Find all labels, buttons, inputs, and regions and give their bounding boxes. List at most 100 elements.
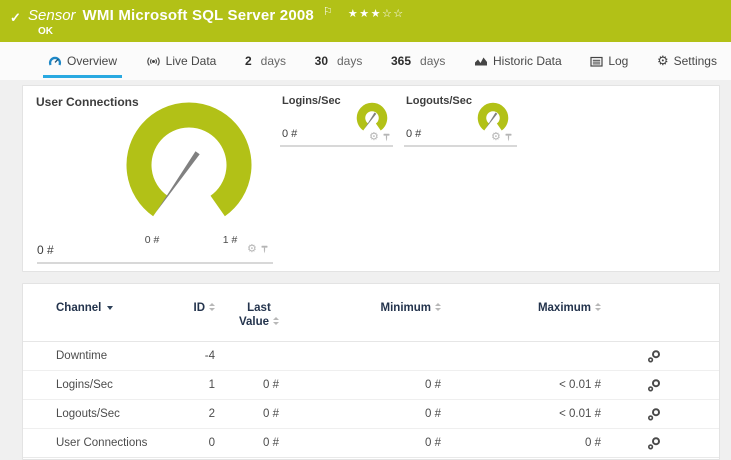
sort-caret-icon bbox=[107, 306, 114, 310]
gauge-needle bbox=[485, 112, 498, 130]
tab-label: Settings bbox=[673, 54, 717, 68]
stars-empty[interactable]: ☆☆ bbox=[382, 8, 405, 20]
cell-id: 1 bbox=[208, 379, 215, 391]
sensor-header: ✓ Sensor WMI Microsoft SQL Server 2008 ⚐… bbox=[0, 0, 731, 42]
sensor-title: WMI Microsoft SQL Server 2008 bbox=[82, 7, 314, 24]
tab-label: Overview bbox=[67, 54, 118, 68]
gauge-divider bbox=[280, 145, 393, 147]
gauge-scale-max: 1 # bbox=[222, 234, 238, 246]
table-header-row: Channel ID Last Value Minimum Maximum bbox=[23, 284, 719, 342]
sort-arrows-icon bbox=[435, 302, 441, 311]
pin-gauge-icon[interactable] bbox=[504, 133, 513, 143]
column-header-id[interactable]: ID bbox=[178, 301, 215, 315]
cell-last-value: 0 # bbox=[263, 408, 279, 420]
tab-label: Live Data bbox=[165, 54, 217, 68]
gauge-settings-gear-icon[interactable]: ⚙ bbox=[491, 132, 501, 143]
gears-icon bbox=[647, 379, 660, 392]
gears-icon bbox=[647, 350, 660, 363]
gauge-scale-min: 0 # bbox=[144, 234, 160, 246]
user-connections-gauge bbox=[126, 102, 252, 217]
tab-365-days[interactable]: 365 days bbox=[391, 42, 445, 80]
cell-maximum: < 0.01 # bbox=[559, 379, 601, 391]
cell-channel: Logouts/Sec bbox=[56, 408, 120, 420]
cell-channel: User Connections bbox=[56, 437, 148, 449]
log-icon bbox=[590, 56, 603, 67]
column-header-minimum[interactable]: Minimum bbox=[285, 301, 441, 315]
gauges-panel: User Connections 0 # 1 # 0 # ⚙ Logins/Se… bbox=[22, 85, 720, 272]
tab-live-data[interactable]: Live Data bbox=[146, 42, 217, 80]
gauge-current-value: 0 # bbox=[406, 128, 422, 140]
tab-days-number: 365 bbox=[390, 54, 412, 68]
sort-arrows-icon bbox=[595, 302, 601, 311]
gauge-needle bbox=[156, 151, 200, 212]
gears-icon bbox=[647, 408, 660, 421]
tab-settings[interactable]: ⚙ Settings bbox=[657, 42, 717, 80]
priority-stars[interactable]: ★★★☆☆ bbox=[348, 7, 405, 20]
gauge-title-logouts-sec: Logouts/Sec bbox=[406, 95, 473, 107]
gauge-divider bbox=[37, 262, 273, 264]
area-chart-icon bbox=[475, 57, 487, 66]
gears-icon bbox=[647, 437, 660, 450]
cell-id: 0 bbox=[208, 437, 215, 449]
cell-last-value: 0 # bbox=[263, 437, 279, 449]
gauge-settings-gear-icon[interactable]: ⚙ bbox=[247, 244, 257, 255]
tab-days-word: days bbox=[260, 54, 287, 68]
channel-settings-button[interactable] bbox=[601, 436, 671, 450]
gauge-mini-toolbar: ⚙ bbox=[369, 132, 391, 143]
channel-settings-button[interactable] bbox=[601, 349, 671, 363]
gauge-mini-toolbar: ⚙ bbox=[247, 244, 269, 255]
gauge-current-value: 0 # bbox=[282, 128, 298, 140]
column-header-maximum[interactable]: Maximum bbox=[441, 301, 601, 315]
channel-settings-button[interactable] bbox=[601, 407, 671, 421]
tab-days-number: 30 bbox=[314, 54, 328, 68]
broadcast-icon bbox=[146, 56, 160, 66]
cell-minimum: 0 # bbox=[425, 437, 441, 449]
status-ok-check-icon: ✓ bbox=[10, 10, 21, 25]
column-header-channel[interactable]: Channel bbox=[56, 301, 178, 315]
tab-days-word: days bbox=[337, 54, 363, 68]
gauge-needle bbox=[364, 112, 377, 130]
gauge-arc bbox=[126, 102, 252, 217]
pin-gauge-icon[interactable] bbox=[260, 245, 269, 255]
gear-icon: ⚙ bbox=[656, 53, 669, 68]
tab-label: Log bbox=[608, 54, 629, 68]
stars-filled[interactable]: ★★★ bbox=[348, 8, 382, 20]
object-kind-label: Sensor bbox=[28, 7, 76, 24]
tab-30-days[interactable]: 30 days bbox=[315, 42, 363, 80]
sort-arrows-icon bbox=[273, 316, 279, 325]
table-row[interactable]: Logouts/Sec 2 0 # 0 # < 0.01 # bbox=[23, 400, 719, 429]
gauge-divider bbox=[404, 145, 517, 147]
cell-last-value: 0 # bbox=[263, 379, 279, 391]
cell-id: -4 bbox=[204, 350, 215, 362]
gauge-current-value: 0 # bbox=[37, 243, 54, 257]
tab-days-number: 2 bbox=[244, 54, 252, 68]
tab-overview[interactable]: Overview bbox=[42, 42, 123, 80]
tab-log[interactable]: Log bbox=[590, 42, 628, 80]
tab-days-word: days bbox=[420, 54, 446, 68]
table-row[interactable]: User Connections 0 0 # 0 # 0 # bbox=[23, 429, 719, 458]
column-header-last-value[interactable]: Last Value bbox=[215, 301, 285, 329]
priority-flag-icon[interactable]: ⚐ bbox=[323, 5, 333, 18]
gauge-mini-toolbar: ⚙ bbox=[491, 132, 513, 143]
table-row[interactable]: Downtime -4 bbox=[23, 342, 719, 371]
channels-table: Channel ID Last Value Minimum Maximum Dow… bbox=[22, 283, 720, 460]
cell-minimum: 0 # bbox=[425, 408, 441, 420]
cell-id: 2 bbox=[208, 408, 215, 420]
cell-minimum: 0 # bbox=[425, 379, 441, 391]
tab-2-days[interactable]: 2 days bbox=[245, 42, 286, 80]
gauge-icon bbox=[48, 56, 62, 66]
cell-maximum: 0 # bbox=[585, 437, 601, 449]
tab-bar: Overview Live Data 2 days 30 days 365 days … bbox=[0, 42, 731, 80]
sort-arrows-icon bbox=[209, 302, 215, 311]
cell-channel: Downtime bbox=[56, 350, 108, 362]
tab-label: Historic Data bbox=[493, 54, 562, 68]
pin-gauge-icon[interactable] bbox=[382, 133, 391, 143]
sensor-status-badge: OK bbox=[38, 26, 53, 37]
cell-channel: Logins/Sec bbox=[56, 379, 113, 391]
gauge-title-logins-sec: Logins/Sec bbox=[282, 95, 341, 107]
channel-settings-button[interactable] bbox=[601, 378, 671, 392]
table-row[interactable]: Logins/Sec 1 0 # 0 # < 0.01 # bbox=[23, 371, 719, 400]
cell-maximum: < 0.01 # bbox=[559, 408, 601, 420]
gauge-settings-gear-icon[interactable]: ⚙ bbox=[369, 132, 379, 143]
tab-historic-data[interactable]: Historic Data bbox=[474, 42, 562, 80]
